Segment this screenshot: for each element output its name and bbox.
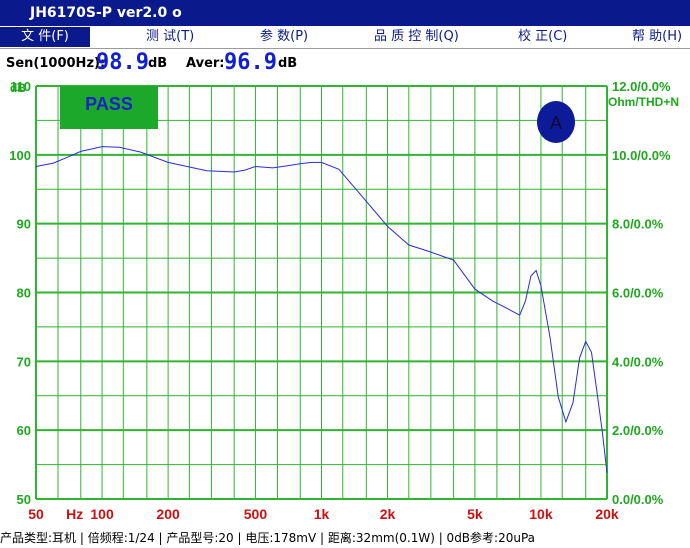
y-left-tick-label: 70: [17, 354, 31, 369]
x-tick-label: 20k: [595, 506, 619, 522]
x-tick-label: 500: [244, 506, 268, 522]
x-tick-label: 1k: [314, 506, 330, 522]
sen-label: Sen(1000Hz):: [6, 56, 106, 71]
y-left-tick-label: 50: [17, 492, 31, 507]
y-right-tick-label: 6.0/0.0%: [612, 286, 664, 301]
y-right-tick-label: 2.0/0.0%: [612, 423, 664, 438]
x-tick-label: 2k: [380, 506, 396, 522]
x-tick-label: 200: [156, 506, 180, 522]
status-text: 产品类型:耳机 | 倍频程:1/24 | 产品型号:20 | 电压:178mV …: [0, 531, 536, 545]
y-left-tick-label: 100: [9, 148, 31, 163]
y-right-tick-label: 12.0/0.0%: [612, 79, 671, 94]
right-axis-unit: Ohm/THD+N: [608, 95, 679, 109]
y-left-tick-label: 90: [17, 217, 31, 232]
y-left-tick-label: 60: [17, 423, 31, 438]
title-bar: JH6170S-P ver2.0 o: [0, 0, 690, 26]
window-title: JH6170S-P ver2.0 o: [30, 5, 182, 21]
menu-params[interactable]: 参 数(P): [260, 27, 308, 47]
menu-test[interactable]: 测 试(T): [146, 27, 194, 47]
menu-help[interactable]: 帮 助(H): [632, 27, 682, 47]
y-right-tick-label: 10.0/0.0%: [612, 148, 671, 163]
y-left-tick-label: 80: [17, 286, 31, 301]
y-right-tick-label: 4.0/0.0%: [612, 354, 664, 369]
aver-unit: dB: [278, 56, 298, 71]
left-axis-unit: dB: [10, 81, 26, 95]
x-tick-label: 50: [28, 506, 44, 522]
menu-quality-control[interactable]: 品 质 控 制(Q): [374, 27, 459, 47]
frequency-response-chart: 110100908070605012.0/0.0%10.0/0.0%8.0/0.…: [9, 79, 679, 522]
y-right-tick-label: 0.0/0.0%: [612, 492, 664, 507]
aver-label: Aver:: [186, 56, 225, 71]
x-tick-label: 100: [90, 506, 114, 522]
menu-file[interactable]: 文 件(F): [0, 27, 90, 47]
chart-ticks: 110100908070605012.0/0.0%10.0/0.0%8.0/0.…: [9, 79, 671, 522]
sen-unit: dB: [148, 56, 168, 71]
menu-bar: 文 件(F) 测 试(T) 参 数(P) 品 质 控 制(Q) 校 正(C) 帮…: [0, 26, 690, 49]
y-right-tick-label: 8.0/0.0%: [612, 217, 664, 232]
x-tick-label: 10k: [529, 506, 553, 522]
channel-text: A: [550, 113, 562, 133]
sen-value: 98.9: [96, 50, 149, 75]
x-tick-label: 5k: [467, 506, 483, 522]
pass-text: PASS: [85, 94, 133, 114]
status-bar: 产品类型:耳机 | 倍频程:1/24 | 产品型号:20 | 电压:178mV …: [0, 529, 690, 548]
aver-value: 96.9: [224, 50, 277, 75]
x-tick-label: Hz: [66, 506, 83, 522]
menu-calibrate[interactable]: 校 正(C): [518, 27, 567, 47]
